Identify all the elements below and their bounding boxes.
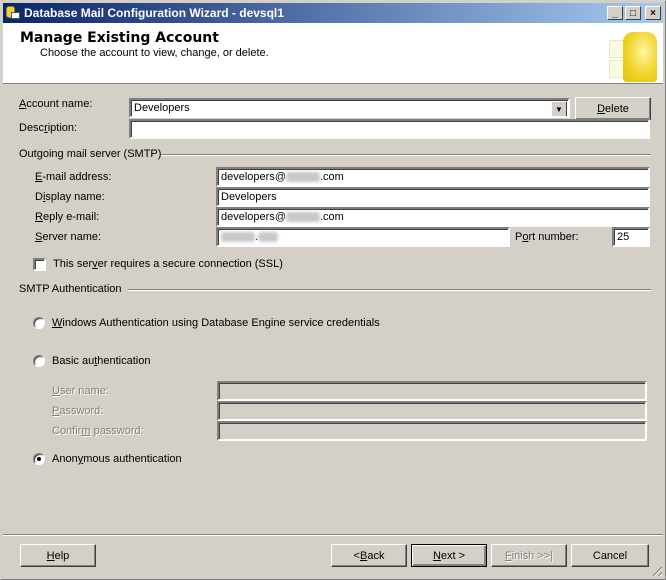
- delete-button[interactable]: Delete: [575, 97, 651, 120]
- reply-email-label: Reply e-mail:: [35, 211, 100, 223]
- description-label: Description:: [19, 122, 78, 134]
- description-input[interactable]: [129, 119, 650, 139]
- chevron-down-icon[interactable]: ▼: [551, 101, 567, 116]
- confirm-password-input[interactable]: [217, 421, 647, 441]
- page-title: Manage Existing Account: [20, 30, 219, 46]
- ssl-checkbox[interactable]: [33, 258, 46, 271]
- user-name-input[interactable]: [217, 381, 647, 401]
- window-title: Database Mail Configuration Wizard - dev…: [24, 6, 284, 20]
- help-button[interactable]: Help: [20, 544, 96, 567]
- smtp-group-divider: [161, 154, 651, 156]
- password-label: Password:: [52, 405, 104, 417]
- account-name-value: Developers: [134, 102, 190, 114]
- port-number-label: Port number:: [515, 231, 579, 243]
- windows-auth-radio[interactable]: [33, 317, 45, 329]
- reply-email-input[interactable]: developers@ .com: [216, 207, 650, 227]
- basic-auth-radio[interactable]: [33, 355, 45, 367]
- finish-button[interactable]: Finish >>|: [491, 544, 567, 567]
- page-subtitle: Choose the account to view, change, or d…: [40, 47, 269, 59]
- display-name-input[interactable]: Developers: [216, 187, 650, 207]
- title-bar[interactable]: Database Mail Configuration Wizard - dev…: [3, 3, 663, 23]
- port-number-input[interactable]: 25: [612, 227, 650, 247]
- confirm-password-label: Confirm password:: [52, 425, 144, 437]
- database-graphic-icon: [601, 26, 661, 84]
- smtp-group-label: Outgoing mail server (SMTP): [19, 148, 162, 160]
- user-name-label: User name:: [52, 385, 109, 397]
- smtp-auth-group-label: SMTP Authentication: [19, 283, 122, 295]
- back-button[interactable]: < Back: [331, 544, 407, 567]
- resize-grip-icon[interactable]: [650, 564, 662, 576]
- database-mail-icon: [5, 5, 21, 21]
- wizard-header: Manage Existing Account Choose the accou…: [3, 23, 663, 84]
- password-input[interactable]: [217, 401, 647, 421]
- windows-auth-label[interactable]: Windows Authentication using Database En…: [52, 317, 380, 329]
- maximize-button[interactable]: □: [625, 6, 641, 20]
- close-button[interactable]: ×: [645, 6, 661, 20]
- email-address-input[interactable]: developers@ .com: [216, 167, 650, 187]
- next-button[interactable]: Next >: [411, 544, 487, 567]
- cancel-button[interactable]: Cancel: [571, 544, 649, 567]
- basic-auth-label[interactable]: Basic authentication: [52, 355, 150, 367]
- account-name-dropdown[interactable]: Developers ▼: [129, 98, 570, 118]
- anonymous-auth-label[interactable]: Anonymous authentication: [52, 453, 182, 465]
- wizard-window: Database Mail Configuration Wizard - dev…: [0, 0, 666, 580]
- minimize-button[interactable]: _: [607, 6, 623, 20]
- email-address-label: E-mail address:: [35, 171, 112, 183]
- display-name-label: Display name:: [35, 191, 105, 203]
- smtp-auth-group-divider: [128, 289, 651, 291]
- server-name-label: Server name:: [35, 231, 102, 243]
- ssl-label[interactable]: This server requires a secure connection…: [53, 258, 283, 270]
- server-name-input[interactable]: .: [216, 227, 510, 247]
- anonymous-auth-radio[interactable]: [33, 453, 45, 465]
- footer-divider: [3, 534, 663, 536]
- account-name-label: Account name:: [19, 98, 93, 110]
